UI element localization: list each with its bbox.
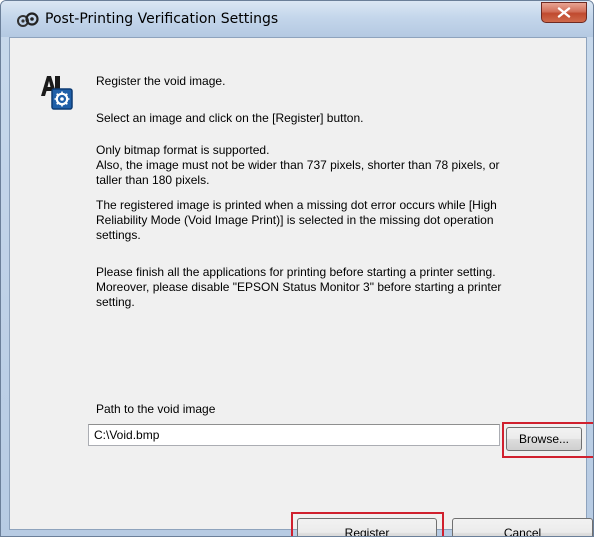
printer-settings-icon bbox=[17, 11, 39, 29]
printer-gear-icon bbox=[38, 74, 74, 110]
window-title: Post-Printing Verification Settings bbox=[45, 11, 279, 27]
dialog-content: Register the void image. Select an image… bbox=[9, 37, 593, 536]
instruction-close-applications: Please finish all the applications for p… bbox=[96, 265, 502, 309]
close-button[interactable] bbox=[541, 2, 587, 23]
cancel-button[interactable]: Cancel bbox=[452, 518, 593, 536]
path-label: Path to the void image bbox=[96, 402, 216, 416]
instruction-print-behavior: The registered image is printed when a m… bbox=[96, 198, 497, 242]
browse-button[interactable]: Browse... bbox=[506, 427, 582, 451]
instruction-select-image: Select an image and click on the [Regist… bbox=[96, 111, 364, 125]
close-x-icon bbox=[557, 7, 571, 18]
instruction-heading: Register the void image. bbox=[96, 74, 226, 88]
title-bar[interactable]: Post-Printing Verification Settings bbox=[1, 1, 593, 37]
instruction-format-requirements: Only bitmap format is supported. Also, t… bbox=[96, 143, 500, 187]
register-button[interactable]: Register bbox=[297, 518, 437, 536]
dialog-window: Post-Printing Verification Settings Regi… bbox=[0, 0, 594, 537]
void-image-path-input[interactable] bbox=[88, 424, 500, 446]
